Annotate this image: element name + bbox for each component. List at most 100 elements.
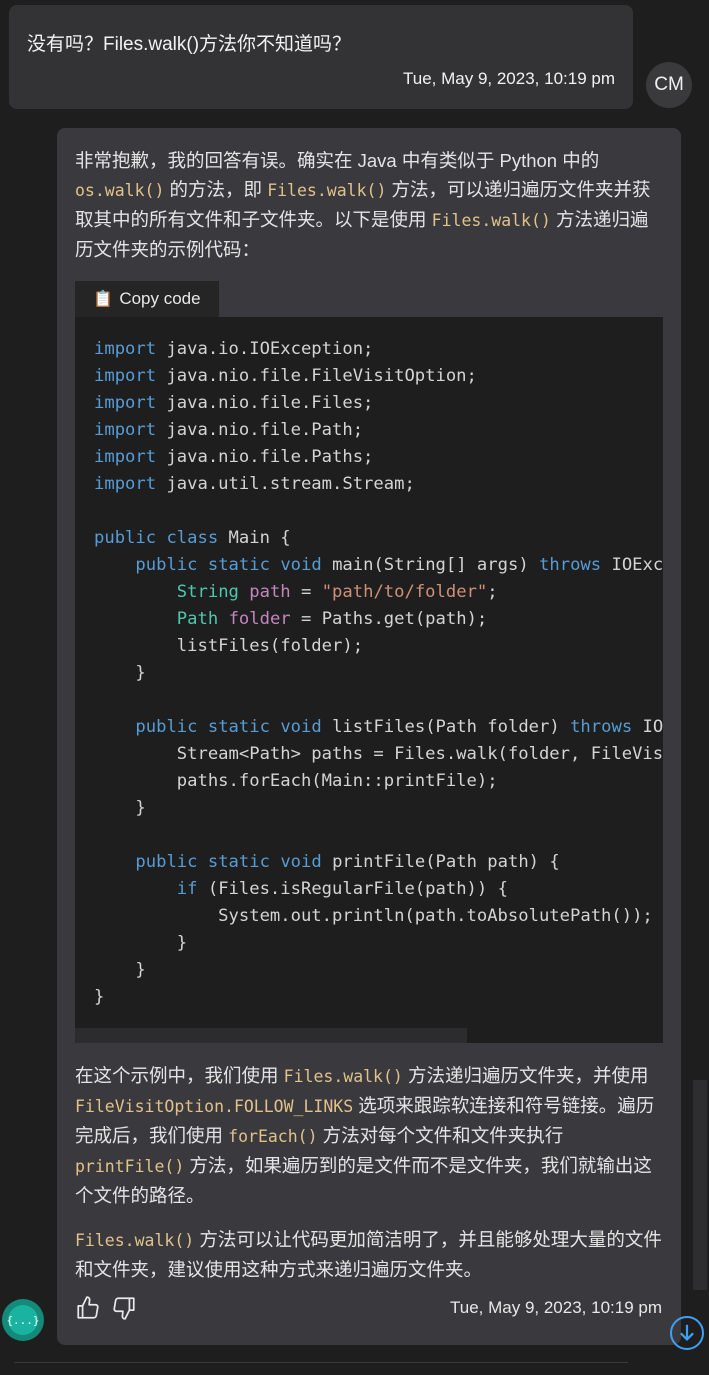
- code-token: public: [94, 528, 157, 548]
- code-token: }: [94, 960, 146, 980]
- code-line: paths.forEach(Main::printFile);: [94, 768, 663, 795]
- text-segment: 在这个示例中，我们使用: [75, 1065, 284, 1086]
- bot-explanation-text: 在这个示例中，我们使用 Files.walk() 方法递归遍历文件夹，并使用 F…: [75, 1061, 665, 1210]
- code-line: import java.nio.file.Files;: [94, 390, 663, 417]
- code-token: "path/to/folder": [321, 582, 488, 602]
- code-token: if: [176, 879, 198, 899]
- user-avatar[interactable]: CM: [646, 62, 692, 108]
- code-token: throws: [539, 555, 602, 575]
- inline-code: printFile(): [75, 1157, 185, 1176]
- user-message-text: 没有吗？Files.walk()方法你不知道吗？: [27, 34, 352, 55]
- clipboard-icon: 📋: [93, 291, 114, 308]
- feedback-actions: [75, 1295, 137, 1321]
- code-token: printFile(Path path) {: [321, 852, 560, 872]
- code-line: public static void listFiles(Path folder…: [94, 714, 663, 741]
- inline-code: Files.walk(): [431, 211, 551, 230]
- copy-code-button[interactable]: 📋 Copy code: [75, 281, 219, 317]
- text-segment: 方法对每个文件和文件夹执行: [317, 1125, 564, 1146]
- code-token: java.util.stream.Stream;: [156, 474, 415, 494]
- copy-code-label: Copy code: [119, 289, 201, 308]
- code-token: void: [280, 717, 322, 737]
- bot-closing-text: Files.walk() 方法可以让代码更加简洁明了，并且能够处理大量的文件和文…: [75, 1225, 665, 1284]
- code-line: import java.nio.file.FileVisitOption;: [94, 363, 663, 390]
- code-content: import java.io.IOException; import java.n…: [94, 336, 663, 1011]
- code-token: public: [135, 852, 198, 872]
- code-line: public static void main(String[] args) t…: [94, 552, 663, 579]
- user-message-timestamp: Tue, May 9, 2023, 10:19 pm: [403, 69, 615, 88]
- code-token: java.nio.file.Path;: [156, 420, 364, 440]
- code-token: void: [280, 555, 322, 575]
- code-token: }: [94, 987, 105, 1007]
- thumbs-down-icon[interactable]: [111, 1295, 137, 1321]
- inline-code: FileVisitOption.FOLLOW_LINKS: [75, 1097, 354, 1116]
- code-token: =: [290, 582, 322, 602]
- code-line: Stream<Path> paths = Files.walk(folder, …: [94, 741, 663, 768]
- code-token: static: [207, 852, 270, 872]
- code-token: folder: [228, 609, 291, 629]
- code-token: = Paths.get(path);: [290, 609, 488, 629]
- code-line: }: [94, 795, 663, 822]
- code-token: (Files.isRegularFile(path)) {: [197, 879, 508, 899]
- text-segment: 的方法，即: [164, 179, 268, 200]
- code-token: import: [94, 447, 157, 467]
- inline-code: Files.walk(): [267, 181, 387, 200]
- inline-code: Files.walk(): [75, 1231, 195, 1250]
- bot-avatar-icon: {...}: [6, 1305, 40, 1335]
- code-line: import java.util.stream.Stream;: [94, 471, 663, 498]
- code-token: throws: [570, 717, 633, 737]
- code-line: listFiles(folder);: [94, 633, 663, 660]
- inline-code: forEach(): [228, 1127, 318, 1146]
- code-token: String: [176, 582, 239, 602]
- code-line: }: [94, 660, 663, 687]
- code-line: String path = "path/to/folder";: [94, 579, 663, 606]
- code-token: java.io.IOException;: [156, 339, 374, 359]
- code-token: public: [135, 717, 198, 737]
- code-token: java.nio.file.Files;: [156, 393, 374, 413]
- code-horizontal-scrollbar[interactable]: [75, 1028, 467, 1043]
- code-token: void: [280, 852, 322, 872]
- code-token: java.nio.file.Paths;: [156, 447, 374, 467]
- code-token: static: [207, 555, 270, 575]
- code-token: IOException {: [611, 555, 663, 575]
- user-message-bubble: 没有吗？Files.walk()方法你不知道吗？ Tue, May 9, 202…: [9, 5, 633, 109]
- code-line: Path folder = Paths.get(path);: [94, 606, 663, 633]
- code-line: import java.io.IOException;: [94, 336, 663, 363]
- scroll-to-bottom-button[interactable]: [670, 1316, 704, 1350]
- arrow-down-icon: [680, 1324, 694, 1341]
- text-segment: 方法递归遍历文件夹，并使用: [402, 1065, 649, 1086]
- code-token: import: [94, 339, 157, 359]
- code-block[interactable]: import java.io.IOException; import java.n…: [75, 317, 663, 1043]
- code-line: public static void printFile(Path path) …: [94, 849, 663, 876]
- page-scrollbar[interactable]: [693, 1080, 707, 1290]
- code-token: import: [94, 393, 157, 413]
- code-token: System.out.println(path.toAbsolutePath()…: [94, 906, 653, 926]
- code-line: public class Main {: [94, 525, 663, 552]
- code-line: import java.nio.file.Path;: [94, 417, 663, 444]
- code-token: class: [166, 528, 219, 548]
- bot-avatar: {...}: [2, 1299, 44, 1341]
- code-token: import: [94, 420, 157, 440]
- code-token: static: [207, 717, 270, 737]
- code-token: paths.forEach(Main::printFile);: [94, 771, 498, 791]
- thumbs-up-icon[interactable]: [75, 1295, 101, 1321]
- inline-code: Files.walk(): [283, 1067, 403, 1086]
- code-token: }: [94, 798, 146, 818]
- bot-message-timestamp: Tue, May 9, 2023, 10:19 pm: [450, 1298, 662, 1317]
- code-line: }: [94, 984, 663, 1011]
- code-token: Stream<Path> paths = Files.walk(folder, …: [176, 744, 663, 764]
- code-token: listFiles(folder);: [94, 636, 364, 656]
- code-line: }: [94, 957, 663, 984]
